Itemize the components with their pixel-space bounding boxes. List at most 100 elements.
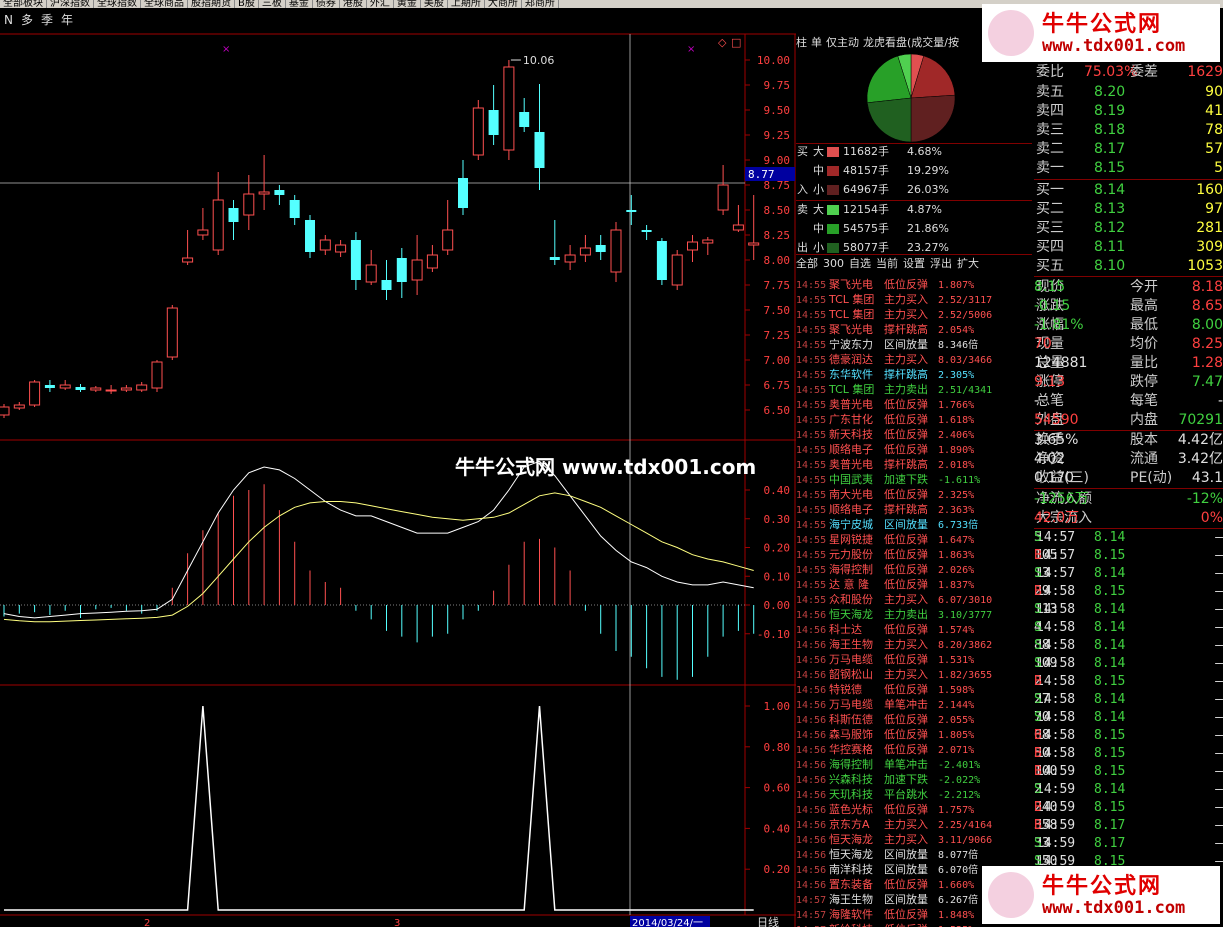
radar-event-row[interactable]: 14:55 TCL 集团 主力卖出 2.51/4341 [796, 382, 1032, 397]
candle [702, 237, 714, 255]
event-value: 1.807% [938, 280, 975, 291]
tick-flag: – [1215, 692, 1223, 707]
radar-event-row[interactable]: 14:55 众和股份 主力买入 6.07/3010 [796, 592, 1032, 607]
radar-event-row[interactable]: 14:55 广东甘化 低位反弹 1.618% [796, 412, 1032, 427]
event-value: -1.611% [938, 475, 981, 486]
radar-event-row[interactable]: 14:55 顺络电子 撑杆跳高 2.363% [796, 502, 1032, 517]
ask-level: 卖五 [1036, 84, 1064, 100]
radar-event-row[interactable]: 14:55 海宁皮城 区间放量 6.733倍 [796, 517, 1032, 532]
filter-option[interactable]: 扩大 [957, 257, 979, 270]
filter-option[interactable]: 自选 [849, 257, 871, 270]
radar-event-row[interactable]: 14:55 聚飞光电 低位反弹 1.807% [796, 277, 1032, 292]
event-type: 低位反弹 [884, 398, 928, 411]
tick-direction: B [1034, 800, 1042, 815]
event-time: 14:55 [796, 505, 827, 516]
event-type: 主力买入 [884, 818, 928, 831]
event-time: 14:56 [796, 715, 827, 726]
diamond-icon[interactable]: ◇ [718, 36, 727, 49]
tick-row: 14:59 8.17 358 B – [1034, 817, 1223, 835]
event-type: 撑杆跳高 [884, 323, 928, 336]
radar-event-row[interactable]: 14:56 万马电缆 低位反弹 1.531% [796, 652, 1032, 667]
radar-event-list[interactable]: 14:55 聚飞光电 低位反弹 1.807% 14:55 TCL 集团 主力买入 2.52/3… [796, 277, 1032, 927]
radar-event-row[interactable]: 14:55 TCL 集团 主力买入 2.52/5006 [796, 307, 1032, 322]
radar-event-row[interactable]: 14:55 新天科技 低位反弹 2.406% [796, 427, 1032, 442]
radar-event-row[interactable]: 14:56 京东方A 主力买入 2.25/4164 [796, 817, 1032, 832]
radar-event-row[interactable]: 14:56 恒天海龙 区间放量 8.077倍 [796, 847, 1032, 862]
flow-volume: 12154手 [843, 203, 889, 216]
bid-row: 买一 8.14 160 [1034, 181, 1223, 200]
radar-event-row[interactable]: 14:56 蓝色光标 低位反弹 1.757% [796, 802, 1032, 817]
candle [151, 360, 163, 392]
stat-value: 1.28 [1191, 355, 1223, 371]
filter-option[interactable]: 当前 [876, 257, 898, 270]
event-value: 2.325% [938, 490, 975, 501]
radar-event-row[interactable]: 14:56 兴森科技 加速下跌 -2.022% [796, 772, 1032, 787]
radar-event-row[interactable]: 14:55 TCL 集团 主力买入 2.52/3117 [796, 292, 1032, 307]
event-value: 1.618% [938, 415, 975, 426]
event-type: 撑杆跳高 [884, 503, 928, 516]
radar-event-row[interactable]: 14:55 奥普光电 撑杆跳高 2.018% [796, 457, 1032, 472]
candle [534, 84, 545, 190]
radar-event-row[interactable]: 14:55 中国武夷 加速下跌 -1.611% [796, 472, 1032, 487]
filter-option[interactable]: 设置 [903, 257, 925, 270]
radar-event-row[interactable]: 14:55 宁波东力 区间放量 8.346倍 [796, 337, 1032, 352]
radar-event-row[interactable]: 14:55 达 意 隆 低位反弹 1.837% [796, 577, 1032, 592]
event-value: 8.346倍 [938, 340, 979, 351]
radar-event-row[interactable]: 14:55 南大光电 低位反弹 2.325% [796, 487, 1032, 502]
radar-event-row[interactable]: 14:56 韶钢松山 主力买入 1.82/3655 [796, 667, 1032, 682]
radar-event-row[interactable]: 14:56 万马电缆 单笔冲击 2.144% [796, 697, 1032, 712]
radar-event-row[interactable]: 14:55 德豪润达 主力买入 8.03/3466 [796, 352, 1032, 367]
filter-option[interactable]: 浮出 [930, 257, 952, 270]
radar-event-row[interactable]: 14:56 科斯伍德 低位反弹 2.055% [796, 712, 1032, 727]
event-stock: 科士达 [829, 623, 862, 636]
radar-event-row[interactable]: 14:56 天玑科技 平台跳水 -2.212% [796, 787, 1032, 802]
radar-event-row[interactable]: 14:56 海王生物 主力买入 8.20/3862 [796, 637, 1032, 652]
diff-label: 委差 [1130, 64, 1158, 80]
radar-event-row[interactable]: 14:56 华控赛格 低位反弹 2.071% [796, 742, 1032, 757]
month-label: 2 [144, 918, 150, 927]
panel-tab[interactable]: 柱 [796, 36, 807, 49]
tick-flag: – [1215, 728, 1223, 743]
event-stock: 置东装备 [829, 878, 873, 891]
filter-option[interactable]: 300 [823, 257, 844, 270]
event-type: 低位反弹 [884, 533, 928, 546]
filter-option[interactable]: 全部 [796, 257, 818, 270]
candle [641, 225, 652, 240]
radar-event-row[interactable]: 14:55 星网锐捷 低位反弹 1.647% [796, 532, 1032, 547]
radar-event-row[interactable]: 14:55 聚飞光电 撑杆跳高 2.054% [796, 322, 1032, 337]
radar-event-row[interactable]: 14:55 奥普光电 低位反弹 1.766% [796, 397, 1032, 412]
radar-event-row[interactable]: 14:55 海得控制 低位反弹 2.026% [796, 562, 1032, 577]
radar-event-row[interactable]: 14:56 恒天海龙 主力买入 3.11/9066 [796, 832, 1032, 847]
signal-line [4, 705, 754, 911]
tick-flag: – [1215, 782, 1223, 797]
event-time: 14:55 [796, 460, 827, 471]
panel-tab[interactable]: 单 [811, 36, 822, 49]
event-type: 低位反弹 [884, 563, 928, 576]
event-time: 14:56 [796, 685, 827, 696]
radar-event-row[interactable]: 14:56 科士达 低位反弹 1.574% [796, 622, 1032, 637]
panel-tab[interactable]: 仅主动 [826, 36, 859, 49]
event-value: 1.660% [938, 880, 975, 891]
window-icon[interactable]: □ [731, 36, 741, 49]
radar-event-row[interactable]: 14:56 特锐德 低位反弹 1.598% [796, 682, 1032, 697]
radar-event-row[interactable]: 14:55 东华软件 撑杆跳高 2.305% [796, 367, 1032, 382]
flow-side-label: 卖 [797, 203, 808, 216]
event-value: 2.52/5006 [938, 310, 993, 321]
ask-row: 卖三 8.18 78 [1034, 121, 1223, 140]
panel-tab[interactable]: 龙虎看盘(成交量/按 [863, 36, 959, 49]
radar-event-row[interactable]: 14:56 恒天海龙 主力卖出 3.10/3777 [796, 607, 1032, 622]
ratio-label: 委比 [1036, 64, 1064, 80]
radar-event-row[interactable]: 14:56 海得控制 单笔冲击 -2.401% [796, 757, 1032, 772]
stat-value: 124881 [1034, 355, 1088, 371]
event-type: 单笔冲击 [884, 698, 928, 711]
radar-event-row[interactable]: 14:56 森马服饰 低位反弹 1.805% [796, 727, 1032, 742]
watermark-title: 牛牛公式网 [1042, 874, 1163, 899]
radar-event-row[interactable]: 14:55 元力股份 低位反弹 1.863% [796, 547, 1032, 562]
tick-direction: B [1034, 818, 1042, 833]
event-type: 低位反弹 [884, 578, 928, 591]
net-inflow-pct: -12% [1186, 491, 1223, 507]
candle [610, 222, 622, 282]
radar-event-row[interactable]: 14:55 顺络电子 低位反弹 1.890% [796, 442, 1032, 457]
event-type: 低位反弹 [884, 728, 928, 741]
stat-row: 现量 70 均价 8.25 [1034, 335, 1223, 354]
